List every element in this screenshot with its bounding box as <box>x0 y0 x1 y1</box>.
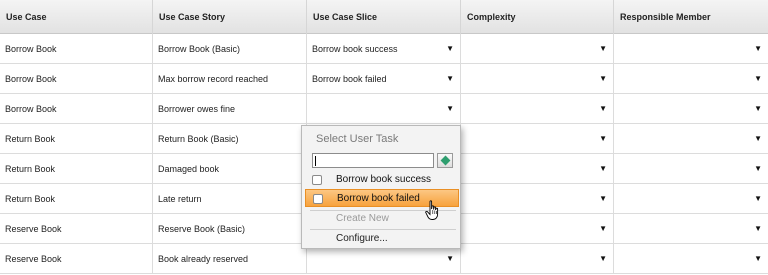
complexity-dropdown[interactable]: ▼ <box>461 214 614 244</box>
dropdown-arrow-icon[interactable]: ▼ <box>754 34 762 64</box>
dropdown-arrow-icon[interactable]: ▼ <box>599 34 607 64</box>
use-case-slice-dropdown[interactable]: ▼ <box>307 94 461 124</box>
complexity-dropdown[interactable]: ▼ <box>461 244 614 274</box>
dropdown-arrow-icon[interactable]: ▼ <box>599 244 607 274</box>
table-row: Borrow Book Borrower owes fine ▼ ▼ ▼ <box>0 94 768 124</box>
table-row: Borrow Book Borrow Book (Basic) Borrow boo… <box>0 34 768 64</box>
option-borrow-book-success[interactable]: Borrow book success <box>305 171 459 189</box>
complexity-dropdown[interactable]: ▼ <box>461 34 614 64</box>
table-header: Use Case Use Case Story Use Case Slice C… <box>0 0 768 34</box>
dropdown-arrow-icon[interactable]: ▼ <box>446 94 454 124</box>
divider <box>310 229 456 230</box>
responsible-member-dropdown[interactable]: ▼ <box>614 124 768 154</box>
task-search-input[interactable] <box>312 153 434 168</box>
dropdown-value: Borrow book failed <box>312 74 387 84</box>
use-case-story-cell: Borrower owes fine <box>153 94 307 124</box>
header-use-case-story[interactable]: Use Case Story <box>153 0 307 34</box>
use-case-cell: Borrow Book <box>0 94 153 124</box>
search-button[interactable] <box>437 153 453 168</box>
dropdown-arrow-icon[interactable]: ▼ <box>599 94 607 124</box>
use-case-story-cell: Return Book (Basic) <box>153 124 307 154</box>
dropdown-arrow-icon[interactable]: ▼ <box>599 124 607 154</box>
dropdown-arrow-icon[interactable]: ▼ <box>446 34 454 64</box>
use-case-story-cell: Damaged book <box>153 154 307 184</box>
table-row: Borrow Book Max borrow record reached Borr… <box>0 64 768 94</box>
create-new-item[interactable]: Create New <box>336 212 389 226</box>
responsible-member-dropdown[interactable]: ▼ <box>614 94 768 124</box>
use-case-slice-dropdown[interactable]: Borrow book success ▼ <box>307 34 461 64</box>
text-caret <box>315 156 316 166</box>
use-case-cell: Reserve Book <box>0 244 153 274</box>
select-user-task-popup: Select User Task Borrow book success Bor… <box>301 125 461 249</box>
dropdown-arrow-icon[interactable]: ▼ <box>754 184 762 214</box>
complexity-dropdown[interactable]: ▼ <box>461 64 614 94</box>
complexity-dropdown[interactable]: ▼ <box>461 184 614 214</box>
configure-item[interactable]: Configure... <box>336 232 388 246</box>
hand-cursor-icon <box>425 200 439 220</box>
header-complexity[interactable]: Complexity <box>461 0 614 34</box>
responsible-member-dropdown[interactable]: ▼ <box>614 184 768 214</box>
header-use-case-slice[interactable]: Use Case Slice <box>307 0 461 34</box>
dropdown-arrow-icon[interactable]: ▼ <box>754 244 762 274</box>
dropdown-arrow-icon[interactable]: ▼ <box>754 94 762 124</box>
use-case-cell: Return Book <box>0 124 153 154</box>
complexity-dropdown[interactable]: ▼ <box>461 124 614 154</box>
use-case-cell: Borrow Book <box>0 64 153 94</box>
dropdown-arrow-icon[interactable]: ▼ <box>754 154 762 184</box>
dropdown-arrow-icon[interactable]: ▼ <box>599 154 607 184</box>
dropdown-value: Borrow book success <box>312 44 398 54</box>
use-case-story-cell: Borrow Book (Basic) <box>153 34 307 64</box>
dropdown-arrow-icon[interactable]: ▼ <box>599 214 607 244</box>
green-gem-icon <box>440 155 451 166</box>
use-case-story-cell: Reserve Book (Basic) <box>153 214 307 244</box>
responsible-member-dropdown[interactable]: ▼ <box>614 214 768 244</box>
use-case-slice-dropdown[interactable]: Borrow book failed ▼ <box>307 64 461 94</box>
use-case-story-cell: Max borrow record reached <box>153 64 307 94</box>
use-case-cell: Return Book <box>0 184 153 214</box>
dropdown-arrow-icon[interactable]: ▼ <box>599 184 607 214</box>
responsible-member-dropdown[interactable]: ▼ <box>614 154 768 184</box>
option-checkbox[interactable] <box>313 194 323 204</box>
use-case-story-cell: Book already reserved <box>153 244 307 274</box>
popup-title: Select User Task <box>316 133 399 145</box>
use-case-cell: Return Book <box>0 154 153 184</box>
responsible-member-dropdown[interactable]: ▼ <box>614 64 768 94</box>
option-label: Borrow book failed <box>337 193 420 204</box>
option-checkbox[interactable] <box>312 175 322 185</box>
complexity-dropdown[interactable]: ▼ <box>461 154 614 184</box>
use-case-story-cell: Late return <box>153 184 307 214</box>
dropdown-arrow-icon[interactable]: ▼ <box>754 124 762 154</box>
dropdown-arrow-icon[interactable]: ▼ <box>754 214 762 244</box>
complexity-dropdown[interactable]: ▼ <box>461 94 614 124</box>
responsible-member-dropdown[interactable]: ▼ <box>614 34 768 64</box>
responsible-member-dropdown[interactable]: ▼ <box>614 244 768 274</box>
dropdown-arrow-icon[interactable]: ▼ <box>446 64 454 94</box>
use-case-cell: Reserve Book <box>0 214 153 244</box>
option-label: Borrow book success <box>336 174 432 185</box>
dropdown-arrow-icon[interactable]: ▼ <box>754 64 762 94</box>
use-case-cell: Borrow Book <box>0 34 153 64</box>
dropdown-arrow-icon[interactable]: ▼ <box>599 64 607 94</box>
header-use-case[interactable]: Use Case <box>0 0 153 34</box>
header-responsible-member[interactable]: Responsible Member <box>614 0 768 34</box>
